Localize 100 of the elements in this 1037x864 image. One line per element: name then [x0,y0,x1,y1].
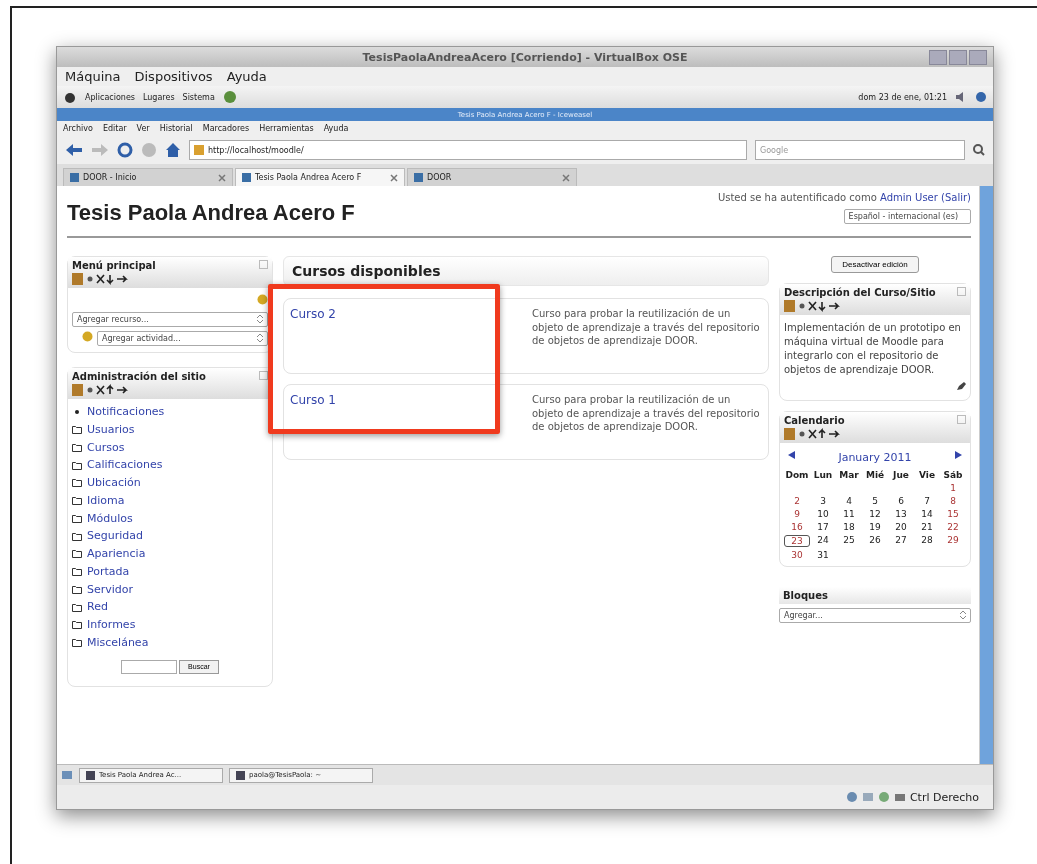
menu-item[interactable]: Archivo [63,124,93,133]
block-controls-drawing [72,273,128,285]
calendar-day[interactable]: 26 [862,535,888,547]
search-icon[interactable] [973,144,985,156]
language-select[interactable]: Español - internacional (es) [843,209,971,224]
calendar-day[interactable]: 15 [940,509,966,519]
menu-item[interactable]: Marcadores [202,124,250,133]
calendar-day[interactable]: 9 [784,509,810,519]
calendar-day[interactable]: 7 [914,496,940,506]
search-input[interactable] [121,659,178,674]
close-icon[interactable] [562,173,570,182]
calendar-day[interactable]: 16 [784,522,810,532]
panel-menu-item[interactable]: Sistema [182,92,215,102]
edit-icon[interactable] [956,381,966,391]
desktop-icon[interactable] [61,769,73,781]
admin-link[interactable]: Cursos [87,440,125,455]
add-block-select[interactable]: Agregar... [779,608,971,623]
calendar-day[interactable]: 29 [940,535,966,547]
admin-link[interactable]: Idioma [87,493,125,508]
collapse-button[interactable] [259,260,268,269]
calendar-day[interactable]: 20 [888,522,914,532]
close-button[interactable] [969,50,987,65]
menu-item[interactable]: Ayuda [226,69,267,84]
window-title: TesisPaolaAndreaAcero [Corriendo] - VirtualBox OSE [362,50,688,64]
menu-item[interactable]: Dispositivos [134,69,213,84]
address-bar[interactable]: http://localhost/moodle/ [189,140,747,160]
course-link[interactable]: Curso 1 [290,393,532,451]
edit-mode-button[interactable]: Desactivar edición [831,256,919,273]
calendar-day[interactable]: 10 [810,509,836,519]
calendar-day[interactable]: 24 [810,535,836,547]
activity-select[interactable]: Agregar actividad... [97,331,268,346]
back-icon[interactable] [65,143,83,157]
calendar-day[interactable]: 14 [914,509,940,519]
menu-item[interactable]: Máquina [65,69,121,84]
admin-link[interactable]: Informes [87,618,136,632]
calendar-day[interactable]: 28 [914,535,940,547]
calendar-day[interactable]: 25 [836,535,862,547]
calendar-day[interactable]: 1 [940,483,966,493]
admin-link[interactable]: Miscelánea [87,635,149,650]
close-icon[interactable] [390,173,398,182]
home-icon[interactable] [165,142,181,158]
calendar-day[interactable]: 12 [862,509,888,519]
calendar-day[interactable]: 3 [810,496,836,506]
url-text: http://localhost/moodle/ [208,145,304,155]
calendar-day[interactable]: 11 [836,509,862,519]
calendar-day[interactable]: 27 [888,535,914,547]
calendar-day[interactable]: 8 [940,496,966,506]
menu-item[interactable]: Ver [136,124,150,133]
admin-link[interactable]: Calificaciones [87,458,163,472]
collapse-button[interactable] [957,287,966,296]
calendar-day[interactable]: 17 [810,522,836,532]
calendar-day[interactable]: 31 [810,550,836,560]
calendar-day[interactable]: 4 [836,496,862,506]
calendar-day[interactable]: 6 [888,496,914,506]
panel-menu-item[interactable]: Lugares [143,92,175,102]
admin-link[interactable]: Red [87,600,108,614]
previous-month-icon[interactable] [788,451,795,459]
scrollbar[interactable] [979,186,993,764]
admin-link[interactable]: Servidor [87,582,134,597]
menu-item[interactable]: Editar [102,124,127,133]
forward-icon[interactable] [91,143,109,157]
calendar-day[interactable]: 22 [940,522,966,532]
browser-tab[interactable]: Tesis Paola Andrea Acero F [235,168,405,186]
block-controls-drawing [784,428,840,440]
calendar-day[interactable]: 19 [862,522,888,532]
logout-link[interactable]: (Salir) [941,192,971,203]
resource-select[interactable]: Agregar recurso... [72,312,268,327]
admin-link[interactable]: Módulos [87,511,133,526]
panel-menu-item[interactable]: Aplicaciones [85,92,135,102]
calendar-day[interactable]: 2 [784,496,810,506]
calendar-day[interactable]: 23 [784,535,810,547]
collapse-button[interactable] [957,415,966,424]
menu-item[interactable]: Herramientas [259,124,314,133]
next-month-icon[interactable] [955,451,962,459]
maximize-button[interactable] [949,50,967,65]
calendar-day[interactable]: 30 [784,550,810,560]
admin-link[interactable]: Apariencia [87,547,146,561]
course-link[interactable]: Curso 2 [290,307,532,365]
admin-link[interactable]: Ubicación [87,476,141,490]
browser-tab[interactable]: DOOR - Inicio [63,168,233,186]
minimize-button[interactable] [929,50,947,65]
close-icon[interactable] [218,173,226,182]
section-heading: Cursos disponibles [283,256,769,286]
browser-tab[interactable]: DOOR [407,168,577,186]
user-link[interactable]: Admin User [880,192,938,203]
admin-link[interactable]: Notificaciones [87,405,165,419]
course-summary: Curso para probar la reutilización de un objeto de aprendizaje a través del repositorio de objetos de aprendizaje DOOR. [532,307,761,348]
calendar-day[interactable]: 13 [888,509,914,519]
admin-link[interactable]: Portada [87,564,130,579]
reload-icon[interactable] [117,142,133,158]
calendar-day[interactable]: 18 [836,522,862,532]
clock: dom 23 de ene, 01:21 [858,92,947,102]
calendar-day[interactable]: 5 [862,496,888,506]
admin-link[interactable]: Seguridad [87,529,143,543]
spinner-icon [960,611,966,619]
menu-item[interactable]: Historial [159,124,193,133]
admin-link[interactable]: Usuarios [87,422,135,437]
menu-item[interactable]: Ayuda [323,124,349,133]
collapse-button[interactable] [259,371,268,380]
calendar-day[interactable]: 21 [914,522,940,532]
